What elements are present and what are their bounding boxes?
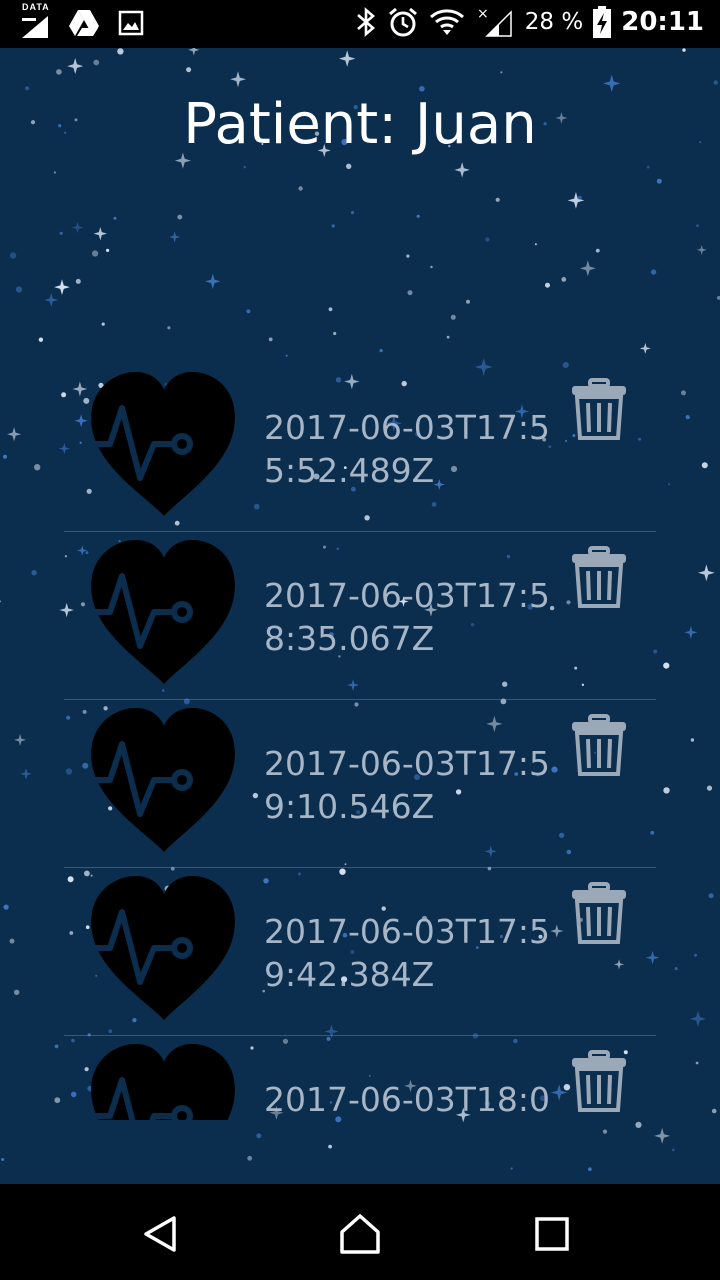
battery-percent: 28 % xyxy=(524,9,584,35)
alarm-icon xyxy=(388,7,417,37)
bluetooth-icon xyxy=(356,7,375,37)
svg-text:×: × xyxy=(477,6,489,22)
data-icon: DATA xyxy=(20,2,50,38)
record-timestamp: 2017-06-03T17:59:42.384Z xyxy=(264,912,551,994)
heart-pulse-icon xyxy=(88,540,235,684)
list-item[interactable]: 2017-06-03T17:58:35.067Z xyxy=(64,532,656,700)
record-timestamp: 2017-06-03T17:59:10.546Z xyxy=(264,744,551,826)
trash-icon[interactable] xyxy=(568,714,630,776)
home-icon[interactable] xyxy=(338,1212,382,1256)
battery-charging-icon xyxy=(593,6,612,38)
clock: 20:11 xyxy=(621,7,704,37)
trash-icon[interactable] xyxy=(568,1050,630,1112)
list-item[interactable]: 2017-06-03T18:0 xyxy=(64,1036,656,1120)
drive-icon xyxy=(69,10,99,36)
list-item[interactable]: 2017-06-03T17:59:42.384Z xyxy=(64,868,656,1036)
signal-icon: × xyxy=(477,6,512,37)
image-icon xyxy=(118,10,144,36)
record-timestamp: 2017-06-03T18:0 xyxy=(264,1080,551,1119)
trash-icon[interactable] xyxy=(568,378,630,440)
list-item[interactable]: 2017-06-03T17:55:52.489Z xyxy=(64,364,656,532)
heart-pulse-icon xyxy=(88,708,235,852)
heart-pulse-icon xyxy=(88,1044,235,1120)
wifi-icon xyxy=(429,9,464,35)
heart-pulse-icon xyxy=(88,372,235,516)
record-timestamp: 2017-06-03T17:58:35.067Z xyxy=(264,576,551,658)
heart-pulse-icon xyxy=(88,876,235,1020)
trash-icon[interactable] xyxy=(568,882,630,944)
records-list[interactable]: 2017-06-03T17:55:52.489Z 2017-06-03T17:5… xyxy=(64,364,656,1120)
page-title: Patient: Juan xyxy=(183,92,537,157)
trash-icon[interactable] xyxy=(568,546,630,608)
recents-icon[interactable] xyxy=(530,1212,574,1256)
list-item[interactable]: 2017-06-03T17:59:10.546Z xyxy=(64,700,656,868)
status-bar: DATA × 28 % 20:11 xyxy=(0,0,720,48)
app-screen: Patient: Juan 2017-06-03T17:55:52.489Z 2… xyxy=(0,48,720,1184)
record-timestamp: 2017-06-03T17:55:52.489Z xyxy=(264,408,551,490)
back-icon[interactable] xyxy=(138,1212,182,1256)
navigation-bar xyxy=(0,1184,720,1280)
